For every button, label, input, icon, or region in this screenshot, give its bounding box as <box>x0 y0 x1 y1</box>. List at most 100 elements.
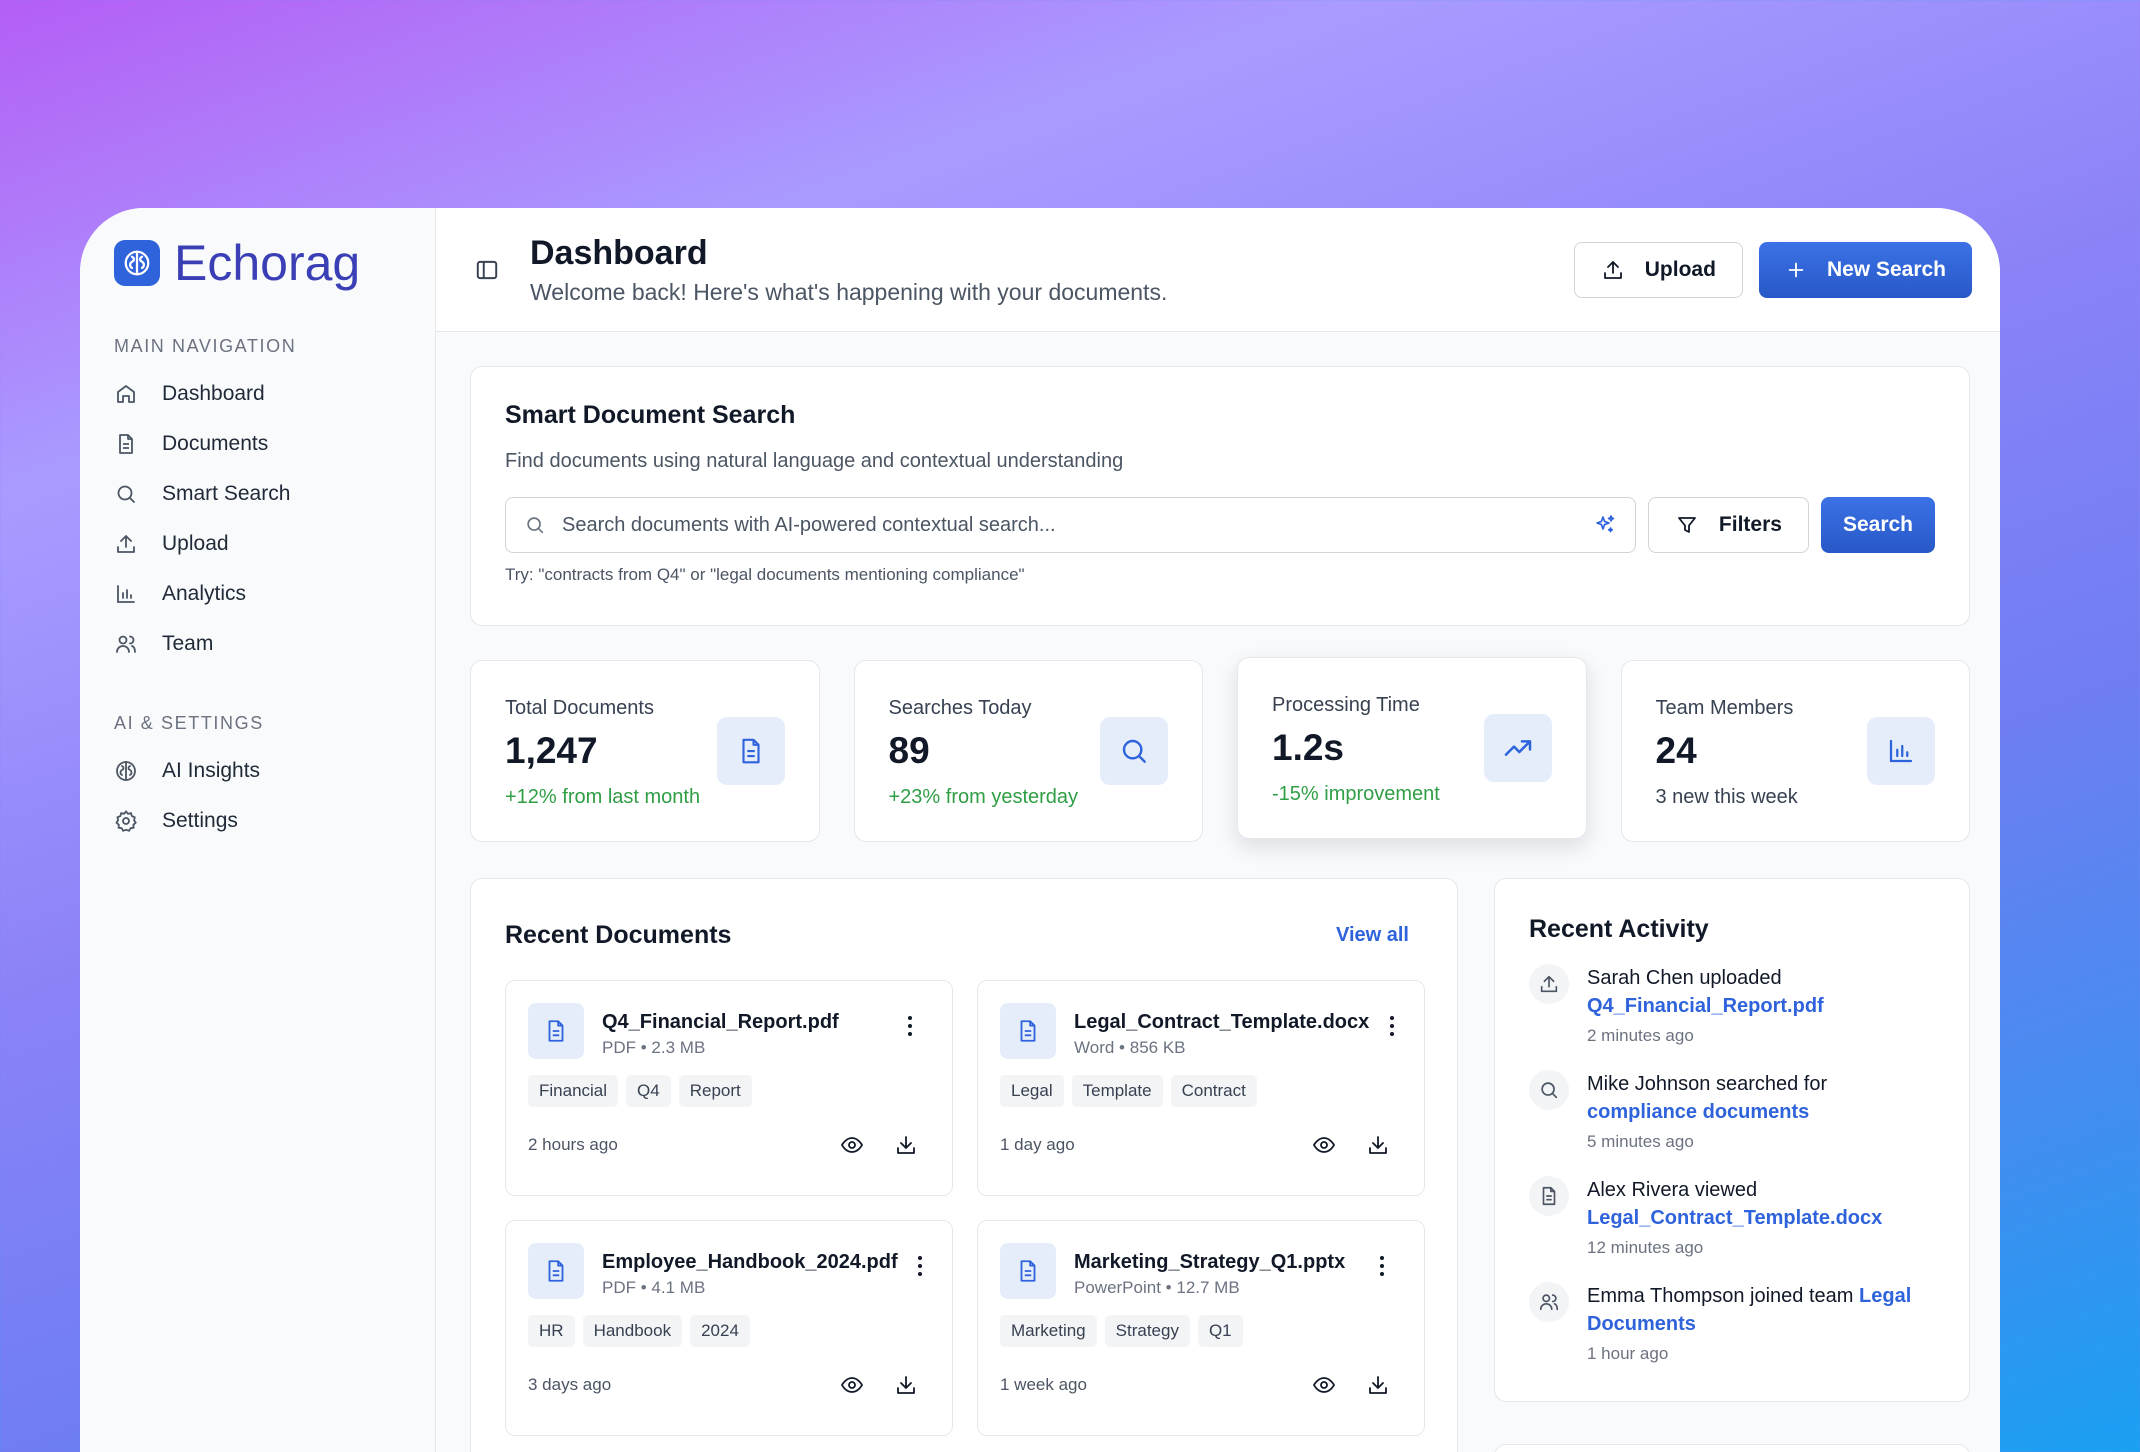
activity-item: Mike Johnson searched for compliance doc… <box>1529 1070 1935 1152</box>
document-icon <box>1000 1243 1056 1299</box>
search-hint: Try: "contracts from Q4" or "legal docum… <box>505 565 1025 584</box>
download-icon[interactable] <box>894 1133 918 1157</box>
search-input-wrapper <box>505 497 1636 553</box>
more-options-icon[interactable] <box>906 1015 914 1037</box>
meta-separator: • <box>1119 1038 1125 1057</box>
sidebar-item-settings[interactable]: Settings <box>96 796 419 846</box>
download-icon[interactable] <box>1366 1133 1390 1157</box>
tag[interactable]: Handbook <box>582 1315 683 1347</box>
eye-icon[interactable] <box>1312 1373 1336 1397</box>
new-search-button-label: New Search <box>1826 257 1946 281</box>
filters-button[interactable]: Filters <box>1647 497 1809 553</box>
document-card[interactable]: Q4_Financial_Report.pdf PDF • 2.3 MB Fin… <box>505 980 953 1196</box>
tag[interactable]: Q1 <box>1197 1315 1243 1347</box>
activity-item: Alex Rivera viewed Legal_Contract_Templa… <box>1529 1176 1935 1258</box>
sidebar-item-label: Settings <box>162 809 238 832</box>
tag[interactable]: Template <box>1071 1075 1163 1107</box>
tag[interactable]: Strategy <box>1104 1315 1190 1347</box>
upload-button[interactable]: Upload <box>1573 241 1743 298</box>
document-tags: Legal Template Contract <box>1000 1075 1402 1107</box>
documents-grid: Q4_Financial_Report.pdf PDF • 2.3 MB Fin… <box>505 980 1425 1436</box>
document-name: Legal_Contract_Template.docx <box>1074 1011 1370 1033</box>
new-search-button[interactable]: New Search <box>1758 241 1972 298</box>
document-size: 12.7 MB <box>1176 1278 1240 1297</box>
more-options-icon[interactable] <box>1378 1255 1386 1277</box>
document-tags: Financial Q4 Report <box>528 1075 930 1107</box>
activity-action: viewed <box>1694 1179 1758 1201</box>
sidebar-item-team[interactable]: Team <box>96 619 419 669</box>
stat-card-team-members: Team Members 24 3 new this week <box>1620 660 1970 842</box>
stat-label: Processing Time <box>1272 694 1420 716</box>
document-icon <box>716 717 785 785</box>
sidebar-toggle-icon[interactable] <box>474 257 500 283</box>
document-size: 4.1 MB <box>651 1278 706 1297</box>
document-card[interactable]: Employee_Handbook_2024.pdf PDF • 4.1 MB … <box>505 1220 953 1436</box>
eye-icon[interactable] <box>840 1373 864 1397</box>
tag[interactable]: Q4 <box>626 1075 671 1107</box>
upload-icon <box>117 535 135 553</box>
activity-action: searched for <box>1715 1073 1828 1095</box>
trending-up-icon <box>1483 714 1552 782</box>
document-meta: Word • 856 KB <box>1074 1038 1369 1058</box>
plus-icon <box>1788 262 1804 277</box>
document-type: PowerPoint <box>1074 1278 1161 1297</box>
document-card[interactable]: Marketing_Strategy_Q1.pptx PowerPoint • … <box>977 1220 1425 1436</box>
activity-text: Emma Thompson joined team Legal Document… <box>1587 1282 1935 1338</box>
activity-user: Alex Rivera <box>1587 1179 1690 1201</box>
download-icon[interactable] <box>894 1373 918 1397</box>
stat-value: 1,247 <box>505 730 598 771</box>
sidebar-item-label: Dashboard <box>162 382 265 405</box>
sparkles-icon[interactable] <box>1593 513 1617 537</box>
stat-label: Searches Today <box>888 697 1032 719</box>
recent-documents-title: Recent Documents <box>505 921 732 949</box>
activity-target-link[interactable]: Legal_Contract_Template.docx <box>1587 1207 1882 1229</box>
tag[interactable]: Contract <box>1170 1075 1257 1107</box>
activity-item: Sarah Chen uploaded Q4_Financial_Report.… <box>1529 964 1935 1046</box>
meta-separator: • <box>640 1278 647 1297</box>
tag[interactable]: Marketing <box>1000 1315 1097 1347</box>
view-all-link[interactable]: View all <box>1336 924 1409 947</box>
activity-action: joined team <box>1750 1285 1854 1307</box>
sidebar-item-ai-insights[interactable]: AI Insights <box>96 746 419 796</box>
users-icon <box>1529 1282 1569 1322</box>
sidebar-item-analytics[interactable]: Analytics <box>96 569 419 619</box>
activity-target-link[interactable]: Q4_Financial_Report.pdf <box>1587 995 1824 1017</box>
tag[interactable]: HR <box>528 1315 575 1347</box>
tag[interactable]: Financial <box>528 1075 619 1107</box>
smart-search-title: Smart Document Search <box>505 401 796 429</box>
stat-label: Total Documents <box>505 697 654 719</box>
stat-value: 24 <box>1655 730 1697 771</box>
tag[interactable]: 2024 <box>690 1315 750 1347</box>
tag[interactable]: Report <box>678 1075 752 1107</box>
activity-target-link[interactable]: compliance documents <box>1587 1101 1809 1123</box>
sidebar-item-documents[interactable]: Documents <box>96 419 419 469</box>
document-icon <box>1000 1003 1056 1059</box>
tag[interactable]: Legal <box>1000 1075 1064 1107</box>
activity-text: Alex Rivera viewed Legal_Contract_Templa… <box>1587 1176 1882 1232</box>
search-row: Filters Search <box>505 497 1935 553</box>
sidebar-item-smart-search[interactable]: Smart Search <box>96 469 419 519</box>
more-options-icon[interactable] <box>1388 1015 1396 1037</box>
brand-name: Echorag <box>174 235 361 291</box>
download-icon[interactable] <box>1366 1373 1390 1397</box>
bar-chart-icon <box>117 585 135 603</box>
document-card[interactable]: Legal_Contract_Template.docx Word • 856 … <box>977 980 1425 1196</box>
document-tags: HR Handbook 2024 <box>528 1315 930 1347</box>
sidebar-item-label: Upload <box>162 532 229 555</box>
search-input[interactable] <box>562 513 1577 537</box>
brand[interactable]: Echorag <box>114 234 419 292</box>
document-time: 1 day ago <box>1000 1135 1075 1154</box>
page-header: Dashboard Welcome back! Here's what's ha… <box>436 208 2000 332</box>
more-options-icon[interactable] <box>916 1255 924 1277</box>
app-window: Echorag MAIN NAVIGATION Dashboard Docume… <box>80 208 2000 1452</box>
stat-change: -15% improvement <box>1272 783 1440 805</box>
eye-icon[interactable] <box>1312 1133 1336 1157</box>
document-type: PDF <box>602 1278 636 1297</box>
document-tags: Marketing Strategy Q1 <box>1000 1315 1402 1347</box>
eye-icon[interactable] <box>840 1133 864 1157</box>
stat-change: 3 new this week <box>1655 786 1798 808</box>
document-size: 856 KB <box>1129 1038 1186 1057</box>
search-button[interactable]: Search <box>1820 497 1935 553</box>
sidebar-item-dashboard[interactable]: Dashboard <box>96 369 419 419</box>
sidebar-item-upload[interactable]: Upload <box>96 519 419 569</box>
